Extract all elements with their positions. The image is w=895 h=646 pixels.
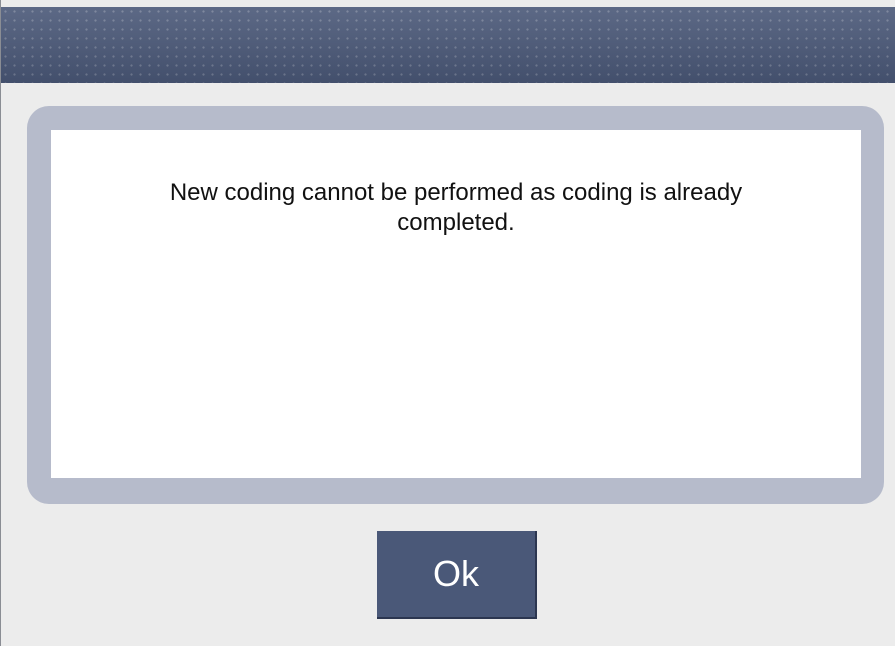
dialog-window: New coding cannot be performed as coding… [0,0,895,646]
message-text: New coding cannot be performed as coding… [169,179,743,236]
message-box: New coding cannot be performed as coding… [51,130,861,478]
ok-button[interactable]: Ok [377,531,537,619]
message-frame: New coding cannot be performed as coding… [27,106,884,504]
dialog-titlebar[interactable] [1,7,895,83]
